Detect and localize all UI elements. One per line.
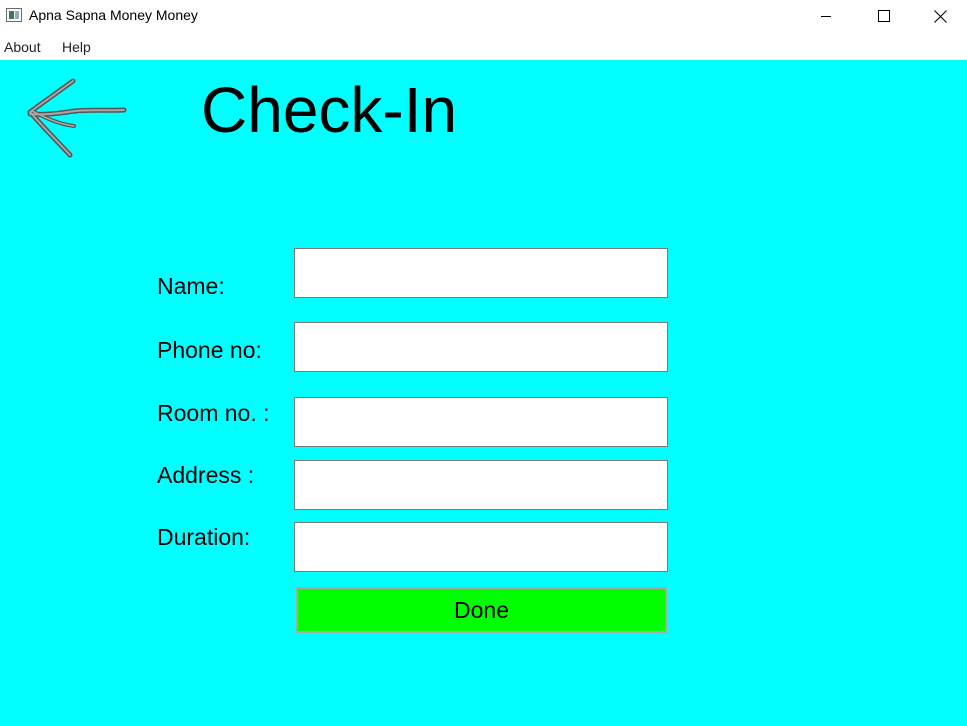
close-button[interactable]	[913, 0, 967, 32]
minimize-button[interactable]	[797, 0, 855, 32]
duration-input[interactable]	[294, 522, 668, 572]
menu-item-about[interactable]: About	[4, 39, 41, 55]
minimize-icon	[821, 16, 831, 17]
close-icon	[933, 9, 947, 23]
address-label: Address :	[157, 462, 255, 488]
back-arrow-icon	[27, 78, 127, 158]
phone-label: Phone no:	[157, 337, 262, 363]
menu-bar: About Help	[0, 32, 967, 60]
phone-input[interactable]	[294, 322, 668, 372]
check-in-panel: Check-In Name: Phone no: Room no. : Addr…	[0, 60, 967, 726]
room-input[interactable]	[294, 397, 668, 447]
duration-label: Duration:	[157, 524, 251, 550]
app-icon	[6, 8, 22, 22]
app-window: Apna Sapna Money Money About Help Check-…	[0, 0, 967, 726]
title-bar: Apna Sapna Money Money	[0, 0, 967, 32]
name-label: Name:	[157, 273, 225, 299]
maximize-icon	[878, 10, 890, 22]
address-input[interactable]	[294, 460, 668, 510]
maximize-button[interactable]	[855, 0, 913, 32]
window-title: Apna Sapna Money Money	[29, 7, 198, 23]
name-input[interactable]	[294, 248, 668, 298]
room-label: Room no. :	[157, 400, 270, 426]
page-title: Check-In	[201, 74, 458, 146]
done-button[interactable]: Done	[296, 587, 667, 633]
back-button[interactable]	[24, 78, 128, 158]
menu-item-help[interactable]: Help	[62, 39, 91, 55]
